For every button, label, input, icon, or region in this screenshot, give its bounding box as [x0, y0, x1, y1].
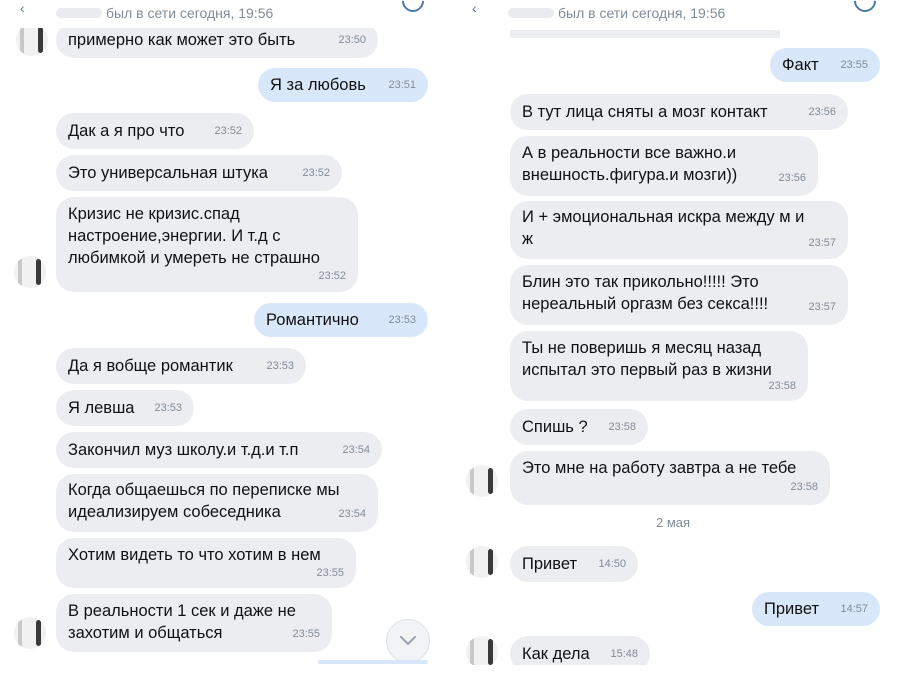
message-text: Как дела	[522, 645, 590, 663]
message-time: 23:52	[302, 167, 330, 179]
avatar[interactable]	[16, 24, 48, 56]
message-incoming[interactable]: Когда общаешься по переписке мы идеализи…	[56, 474, 378, 532]
message-time: 15:48	[610, 648, 638, 660]
avatar[interactable]	[466, 636, 498, 665]
message-time: 14:50	[598, 558, 626, 570]
message-time: 23:55	[316, 567, 344, 579]
scroll-down-button[interactable]	[386, 619, 430, 663]
message-time: 23:53	[388, 314, 416, 326]
message-incoming[interactable]: Это мне на работу завтра а не тебе 23:58	[510, 451, 830, 505]
message-time: 23:54	[342, 444, 370, 456]
message-text-line: И + эмоциональная искра между м и	[522, 208, 805, 226]
message-outgoing[interactable]: Я за любовь 23:51	[258, 68, 428, 102]
message-text-line: любимкой и умереть не страшно	[68, 249, 320, 267]
message-text: Дак а я про что	[68, 122, 185, 140]
message-text-line: нереальный оргазм без секса!!!!	[522, 295, 769, 313]
message-time: 23:56	[808, 106, 836, 118]
message-text-line: Блин это так прикольно!!!!! Это	[522, 273, 759, 291]
message-time: 23:50	[338, 34, 366, 46]
message-incoming[interactable]: Закончил муз школу.и т.д.и т.п 23:54	[56, 432, 382, 468]
message-time: 23:57	[808, 301, 836, 313]
back-icon[interactable]: ‹	[20, 0, 25, 16]
message-time: 23:51	[388, 79, 416, 91]
avatar[interactable]	[466, 465, 498, 497]
message-text-line: А в реальности все важно.и	[522, 144, 737, 162]
message-incoming[interactable]: Дак а я про что 23:52	[56, 113, 254, 149]
message-incoming[interactable]: Хотим видеть то что хотим в нем 23:55	[56, 538, 356, 588]
message-text: Привет	[764, 600, 820, 618]
message-text-line: настроение,энергии. И т.д с	[68, 227, 281, 245]
message-time: 23:58	[768, 380, 796, 392]
message-incoming[interactable]: Спишь ? 23:58	[510, 409, 648, 445]
message-text: Я левша	[68, 399, 135, 417]
message-text: В тут лица сняты а мозг контакт	[522, 103, 768, 121]
back-icon[interactable]: ‹	[472, 0, 477, 16]
message-text: Да я вобще романтик	[68, 357, 233, 375]
chat-header: ‹ был в сети сегодня, 19:56	[452, 0, 900, 28]
message-text-line: захотим и общаться	[68, 624, 223, 642]
message-text: Спишь ?	[522, 418, 588, 436]
chat-header: ‹ был в сети сегодня, 19:56	[0, 0, 448, 28]
message-incoming[interactable]: Блин это так прикольно!!!!! Это нереальн…	[510, 265, 848, 325]
last-seen-status: был в сети сегодня, 19:56	[558, 5, 726, 21]
message-incoming[interactable]: Привет 14:50	[510, 546, 638, 582]
message-text-line: Кризис не кризис.спад	[68, 205, 240, 223]
message-outgoing[interactable]: Романтично 23:53	[254, 303, 428, 337]
message-text: Это универсальная штука	[68, 164, 268, 182]
message-text: Это мне на работу завтра а не тебе	[522, 459, 797, 477]
message-time: 23:52	[214, 125, 242, 137]
message-incoming[interactable]: Да я вобще романтик 23:53	[56, 348, 306, 384]
chat-screen-left: ‹ был в сети сегодня, 19:56 примерно как…	[0, 0, 448, 665]
menu-icon[interactable]	[849, 0, 881, 17]
contact-name-redacted	[56, 8, 102, 18]
message-text: Привет	[522, 555, 578, 573]
message-incoming[interactable]: Ты не поверишь я месяц назад испытал это…	[510, 331, 808, 401]
message-time: 23:58	[790, 481, 818, 493]
message-text-line: ж	[522, 230, 534, 248]
message-text: Я за любовь	[270, 76, 366, 94]
message-time: 23:53	[154, 402, 182, 414]
message-text: Хотим видеть то что хотим в нем	[68, 546, 321, 564]
message-time: 23:53	[266, 360, 294, 372]
message-text: Факт	[782, 56, 819, 74]
avatar[interactable]	[14, 617, 46, 649]
message-time: 23:56	[778, 172, 806, 184]
message-time: 23:57	[808, 237, 836, 249]
chevron-down-icon	[400, 636, 416, 645]
message-incoming[interactable]: В тут лица сняты а мозг контакт 23:56	[510, 94, 848, 130]
message-text-line: внешность.фигура.и мозги))	[522, 166, 738, 184]
message-time: 23:54	[338, 508, 366, 520]
chat-screen-right: ‹ был в сети сегодня, 19:56 Факт 23:55 В…	[452, 0, 900, 665]
message-incoming[interactable]: Кризис не кризис.спад настроение,энергии…	[56, 197, 358, 292]
message-text: Закончил муз школу.и т.д.и т.п	[68, 441, 299, 459]
message-text-line: идеализируем собеседника	[68, 503, 281, 521]
date-divider: 2 мая	[656, 515, 691, 530]
message-text-line: Ты не поверишь я месяц назад	[522, 339, 762, 357]
message-incoming[interactable]: Как дела 15:48	[510, 636, 650, 665]
message-text: примерно как может это быть	[68, 31, 296, 49]
message-incoming[interactable]: А в реальности все важно.и внешность.фиг…	[510, 136, 818, 196]
outgoing-bubble-partial	[318, 660, 428, 664]
message-text-line: испытал это первый раз в жизни	[522, 361, 772, 379]
message-time: 14:57	[840, 603, 868, 615]
message-incoming[interactable]: И + эмоциональная искра между м и ж 23:5…	[510, 201, 848, 259]
last-seen-status: был в сети сегодня, 19:56	[106, 5, 274, 21]
message-time: 23:55	[840, 59, 868, 71]
avatar[interactable]	[14, 256, 46, 288]
message-time: 23:52	[318, 270, 346, 282]
message-time: 23:58	[608, 421, 636, 433]
message-incoming[interactable]: В реальности 1 сек и даже не захотим и о…	[56, 594, 332, 652]
message-incoming[interactable]: Я левша 23:53	[56, 390, 194, 426]
message-time: 23:55	[292, 628, 320, 640]
incoming-bubble-partial	[510, 30, 780, 38]
message-outgoing[interactable]: Факт 23:55	[770, 48, 880, 82]
message-text-line: Когда общаешься по переписке мы	[68, 481, 340, 499]
contact-name-redacted	[508, 8, 554, 18]
message-text-line: В реальности 1 сек и даже не	[68, 602, 296, 620]
menu-icon[interactable]	[397, 0, 429, 17]
message-incoming[interactable]: Это универсальная штука 23:52	[56, 155, 342, 191]
message-text: Романтично	[266, 311, 359, 329]
avatar[interactable]	[466, 546, 498, 578]
message-outgoing[interactable]: Привет 14:57	[752, 592, 880, 626]
